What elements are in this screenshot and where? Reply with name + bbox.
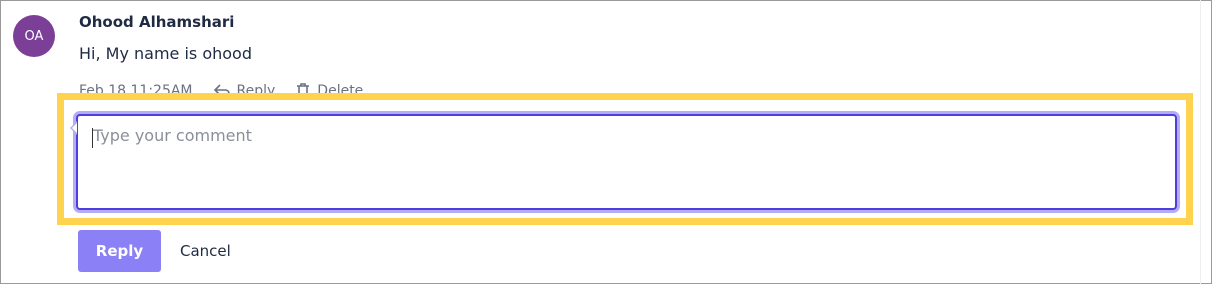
comment-author: Ohood Alhamshari (79, 13, 235, 31)
comment-box-pointer-inner (72, 123, 77, 133)
panel-divider (1200, 0, 1201, 284)
reply-button[interactable]: Reply (78, 230, 161, 272)
avatar-initials: OA (24, 28, 44, 44)
avatar: OA (13, 15, 55, 57)
comment-input[interactable] (78, 116, 1175, 208)
cancel-button[interactable]: Cancel (170, 230, 241, 272)
comment-text: Hi, My name is ohood (79, 44, 252, 63)
comment-input-box[interactable] (76, 114, 1177, 210)
text-cursor (92, 128, 93, 148)
